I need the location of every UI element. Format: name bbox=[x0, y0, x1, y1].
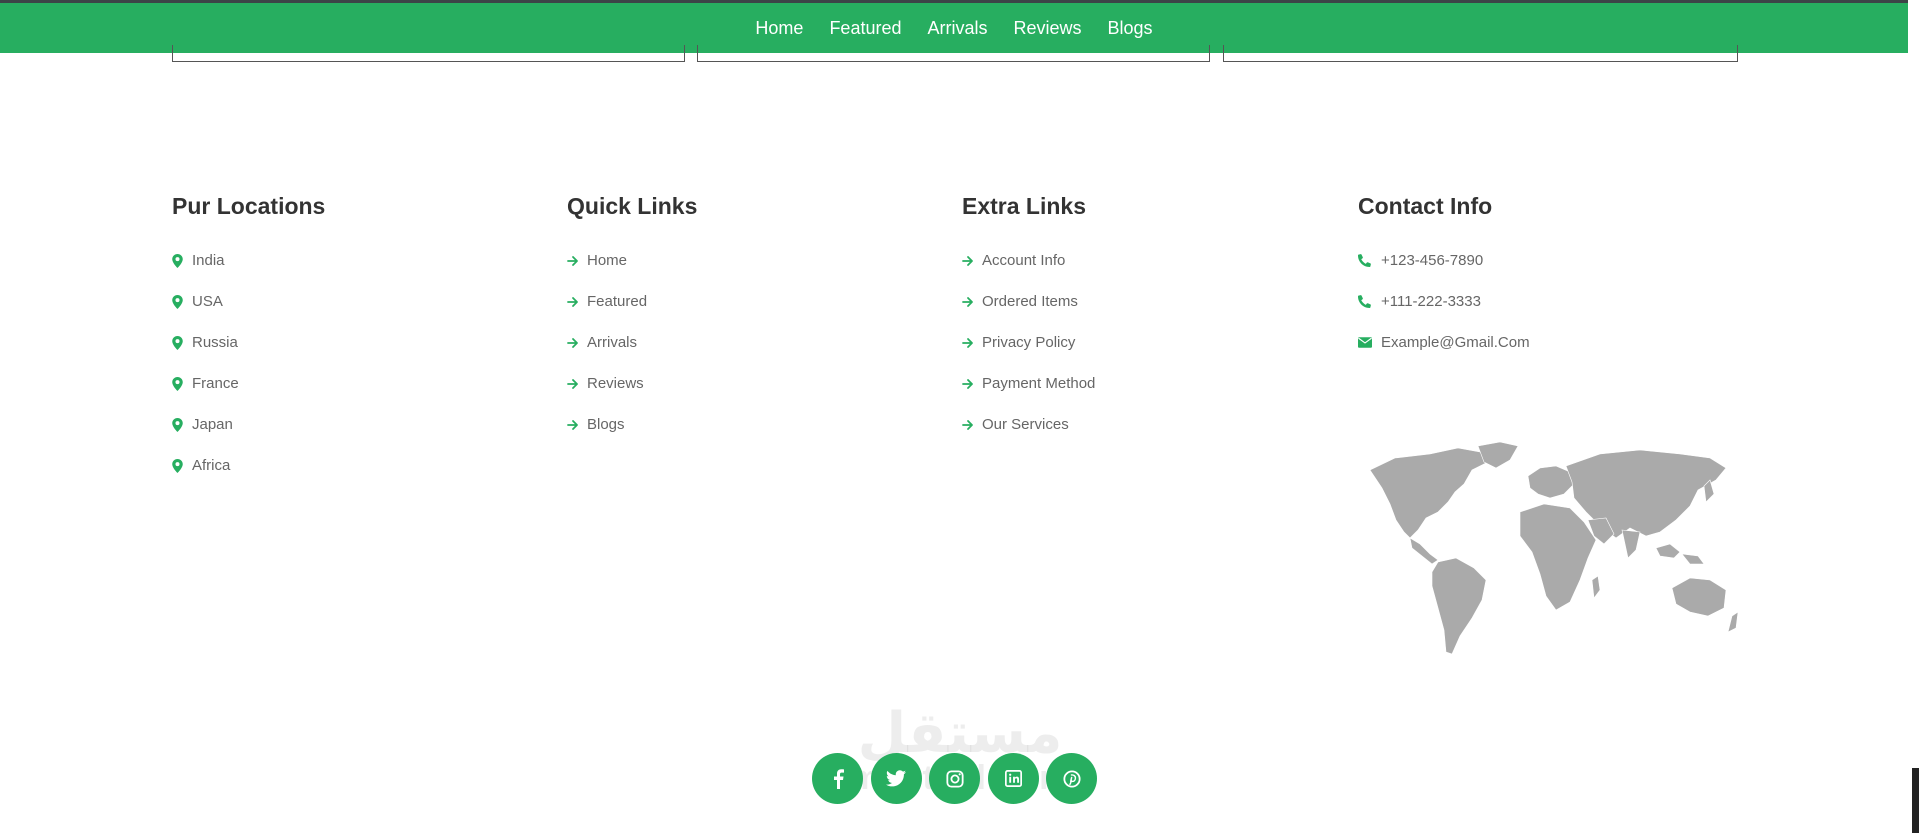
location-label: Russia bbox=[192, 334, 238, 351]
facebook-button[interactable] bbox=[812, 753, 863, 804]
footer-quick-links: Quick Links Home Featured Arrivals Revie… bbox=[567, 193, 947, 445]
nav-arrivals[interactable]: Arrivals bbox=[927, 18, 987, 39]
phone-icon bbox=[1358, 295, 1381, 308]
pinterest-icon bbox=[1062, 769, 1081, 788]
nav-featured[interactable]: Featured bbox=[829, 18, 901, 39]
quick-link-label: Reviews bbox=[587, 375, 644, 392]
quick-link-item[interactable]: Reviews bbox=[567, 363, 947, 404]
social-links bbox=[812, 753, 1105, 804]
arrow-right-icon bbox=[567, 419, 587, 431]
instagram-button[interactable] bbox=[929, 753, 980, 804]
map-marker-icon bbox=[172, 376, 192, 391]
extra-link-label: Account Info bbox=[982, 252, 1066, 269]
location-label: France bbox=[192, 375, 239, 392]
world-map-image bbox=[1369, 441, 1739, 655]
card-bottom-edge bbox=[697, 45, 1210, 62]
facebook-icon bbox=[833, 768, 844, 789]
location-item[interactable]: USA bbox=[172, 281, 552, 322]
map-marker-icon bbox=[172, 253, 192, 268]
card-bottom-edge bbox=[172, 45, 685, 62]
twitter-button[interactable] bbox=[870, 753, 922, 804]
phone-icon bbox=[1358, 254, 1381, 267]
twitter-icon bbox=[886, 770, 906, 787]
quick-links-title: Quick Links bbox=[567, 193, 698, 219]
arrow-right-icon bbox=[962, 378, 982, 390]
arrow-right-icon bbox=[567, 337, 587, 349]
quick-link-item[interactable]: Arrivals bbox=[567, 322, 947, 363]
linkedin-icon bbox=[1004, 770, 1022, 787]
nav-blogs[interactable]: Blogs bbox=[1108, 18, 1153, 39]
extra-link-label: Our Services bbox=[982, 416, 1069, 433]
card-bottom-edge bbox=[1223, 45, 1738, 62]
quick-link-label: Arrivals bbox=[587, 334, 638, 351]
extra-link-label: Privacy Policy bbox=[982, 334, 1076, 351]
extra-link-label: Ordered Items bbox=[982, 293, 1078, 310]
footer-locations: Pur Locations India USA Russia France Ja… bbox=[172, 193, 552, 486]
arrow-right-icon bbox=[962, 255, 982, 267]
instagram-icon bbox=[945, 769, 964, 788]
extra-link-item[interactable]: Account Info bbox=[962, 240, 1342, 281]
quick-link-item[interactable]: Featured bbox=[567, 281, 947, 322]
location-label: USA bbox=[192, 293, 223, 310]
location-item[interactable]: Russia bbox=[172, 322, 552, 363]
arrow-right-icon bbox=[567, 378, 587, 390]
arrow-right-icon bbox=[962, 337, 982, 349]
footer-extra-links: Extra Links Account Info Ordered Items P… bbox=[962, 193, 1342, 445]
quick-link-item[interactable]: Blogs bbox=[567, 404, 947, 445]
extra-links-title: Extra Links bbox=[962, 193, 1086, 219]
quick-link-label: Blogs bbox=[587, 416, 625, 433]
contact-phone-2-label: +111-222-3333 bbox=[1381, 293, 1481, 310]
contact-phone-1[interactable]: +123-456-7890 bbox=[1358, 240, 1738, 281]
location-label: India bbox=[192, 252, 225, 269]
quick-link-label: Home bbox=[587, 252, 628, 269]
extra-link-item[interactable]: Privacy Policy bbox=[962, 322, 1342, 363]
contact-email-label: Example@Gmail.Com bbox=[1381, 334, 1530, 351]
arrow-right-icon bbox=[962, 296, 982, 308]
location-item[interactable]: Japan bbox=[172, 404, 552, 445]
extra-link-item[interactable]: Payment Method bbox=[962, 363, 1342, 404]
contact-phone-2[interactable]: +111-222-3333 bbox=[1358, 281, 1738, 322]
pinterest-button[interactable] bbox=[1046, 753, 1097, 804]
scrollbar-thumb[interactable] bbox=[1912, 768, 1919, 833]
arrow-right-icon bbox=[962, 419, 982, 431]
location-label: Japan bbox=[192, 416, 233, 433]
locations-title: Pur Locations bbox=[172, 193, 326, 219]
location-item[interactable]: France bbox=[172, 363, 552, 404]
envelope-icon bbox=[1358, 337, 1381, 348]
extra-link-item[interactable]: Ordered Items bbox=[962, 281, 1342, 322]
extra-link-item[interactable]: Our Services bbox=[962, 404, 1342, 445]
quick-link-item[interactable]: Home bbox=[567, 240, 947, 281]
contact-email[interactable]: Example@Gmail.Com bbox=[1358, 322, 1738, 363]
location-item[interactable]: India bbox=[172, 240, 552, 281]
extra-link-label: Payment Method bbox=[982, 375, 1096, 392]
map-marker-icon bbox=[172, 335, 192, 350]
contact-phone-1-label: +123-456-7890 bbox=[1381, 252, 1484, 269]
quick-link-label: Featured bbox=[587, 293, 648, 310]
arrow-right-icon bbox=[567, 296, 587, 308]
map-marker-icon bbox=[172, 458, 192, 473]
map-marker-icon bbox=[172, 294, 192, 309]
nav-home[interactable]: Home bbox=[755, 18, 803, 39]
location-item[interactable]: Africa bbox=[172, 445, 552, 486]
arrow-right-icon bbox=[567, 255, 587, 267]
contact-title: Contact Info bbox=[1358, 193, 1493, 219]
linkedin-button[interactable] bbox=[987, 753, 1039, 804]
footer-contact: Contact Info +123-456-7890 +111-222-3333… bbox=[1358, 193, 1738, 363]
location-label: Africa bbox=[192, 457, 231, 474]
nav-reviews[interactable]: Reviews bbox=[1014, 18, 1082, 39]
map-marker-icon bbox=[172, 417, 192, 432]
